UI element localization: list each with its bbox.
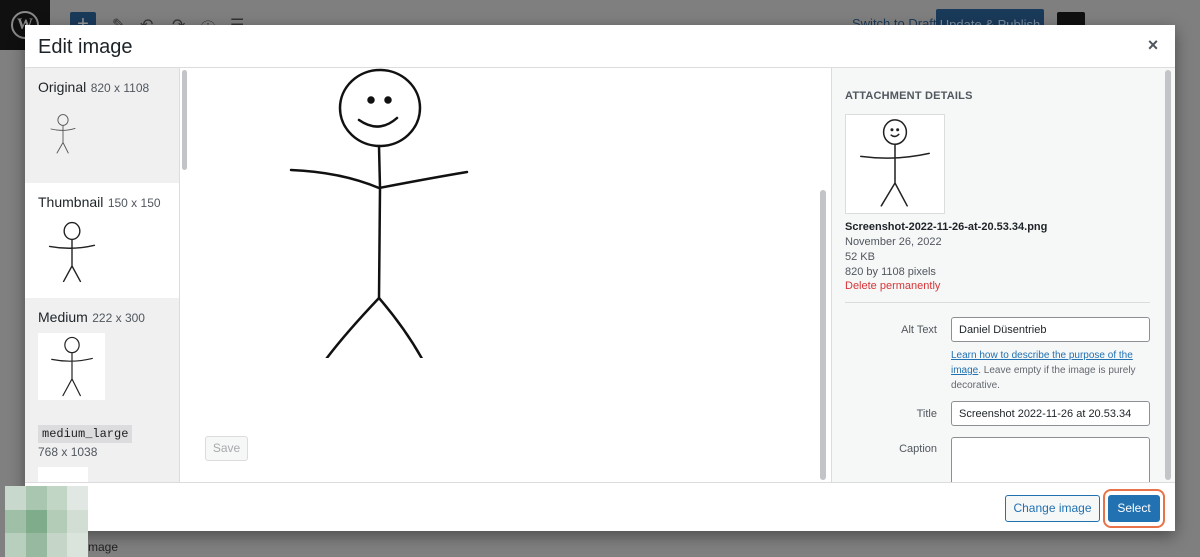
avatar bbox=[5, 486, 88, 557]
title-input[interactable] bbox=[951, 401, 1150, 426]
save-button[interactable]: Save bbox=[205, 436, 248, 461]
edit-image-modal: Edit image × Original 820 x 1108 Thumbna… bbox=[25, 25, 1175, 531]
select-button[interactable]: Select bbox=[1108, 495, 1160, 522]
size-thumbnail bbox=[38, 105, 88, 165]
size-name: medium_large bbox=[38, 425, 133, 443]
attachment-details-heading: ATTACHMENT DETAILS bbox=[845, 90, 973, 102]
size-name: Thumbnail bbox=[38, 194, 104, 210]
modal-toolbar: Change image Select bbox=[25, 482, 1175, 531]
close-icon[interactable]: × bbox=[1145, 36, 1161, 54]
alt-text-input[interactable] bbox=[951, 317, 1150, 342]
alt-text-label: Alt Text bbox=[901, 324, 937, 336]
attachment-dimensions: 820 by 1108 pixels bbox=[845, 266, 936, 278]
size-item-thumbnail[interactable]: Thumbnail 150 x 150 bbox=[25, 183, 179, 298]
stick-figure-icon bbox=[50, 336, 93, 396]
size-list-scrollbar[interactable] bbox=[182, 70, 187, 170]
size-thumbnail bbox=[38, 467, 88, 482]
delete-permanently-link[interactable]: Delete permanently bbox=[845, 280, 940, 292]
change-image-button[interactable]: Change image bbox=[1005, 495, 1100, 522]
stick-figure-icon bbox=[860, 119, 930, 207]
alt-text-help: Learn how to describe the purpose of the… bbox=[951, 348, 1151, 393]
caption-textarea[interactable] bbox=[951, 437, 1150, 482]
size-item-original[interactable]: Original 820 x 1108 bbox=[25, 68, 179, 183]
attachment-filename: Screenshot-2022-11-26-at-20.53.34.png bbox=[845, 221, 1048, 233]
image-size-list: Original 820 x 1108 Thumbnail 150 x 150 bbox=[25, 68, 180, 482]
size-item-medium-large[interactable]: medium_large 768 x 1038 bbox=[25, 413, 179, 482]
attachment-date: November 26, 2022 bbox=[845, 236, 942, 248]
attachment-thumbnail bbox=[845, 114, 945, 214]
size-dims: 150 x 150 bbox=[107, 196, 161, 210]
size-dims: 768 x 1038 bbox=[38, 445, 98, 459]
size-dims: 820 x 1108 bbox=[90, 81, 150, 95]
title-label: Title bbox=[916, 408, 937, 420]
size-name: Original bbox=[38, 79, 87, 95]
background-text: mage bbox=[88, 540, 119, 554]
stick-figure-image bbox=[289, 68, 469, 358]
stick-figure-icon bbox=[50, 114, 76, 154]
size-thumbnail bbox=[38, 218, 105, 285]
size-name: Medium bbox=[38, 309, 88, 325]
image-editor-canvas[interactable] bbox=[191, 68, 830, 482]
attachment-filesize: 52 KB bbox=[845, 251, 875, 263]
canvas-scrollbar[interactable] bbox=[820, 190, 826, 480]
modal-header: Edit image × bbox=[25, 25, 1175, 68]
details-scrollbar[interactable] bbox=[1165, 70, 1171, 480]
attachment-details-panel: ATTACHMENT DETAILS Screenshot-2022-11-26… bbox=[831, 68, 1175, 482]
caption-label: Caption bbox=[899, 443, 937, 455]
size-thumbnail bbox=[38, 333, 105, 400]
modal-title: Edit image bbox=[38, 36, 133, 58]
alt-text-help-text: . Leave empty if the image is purely dec… bbox=[951, 365, 1136, 391]
size-item-medium[interactable]: Medium 222 x 300 bbox=[25, 298, 179, 413]
divider bbox=[845, 302, 1150, 303]
size-dims: 222 x 300 bbox=[92, 311, 145, 325]
stick-figure-icon bbox=[48, 221, 95, 282]
